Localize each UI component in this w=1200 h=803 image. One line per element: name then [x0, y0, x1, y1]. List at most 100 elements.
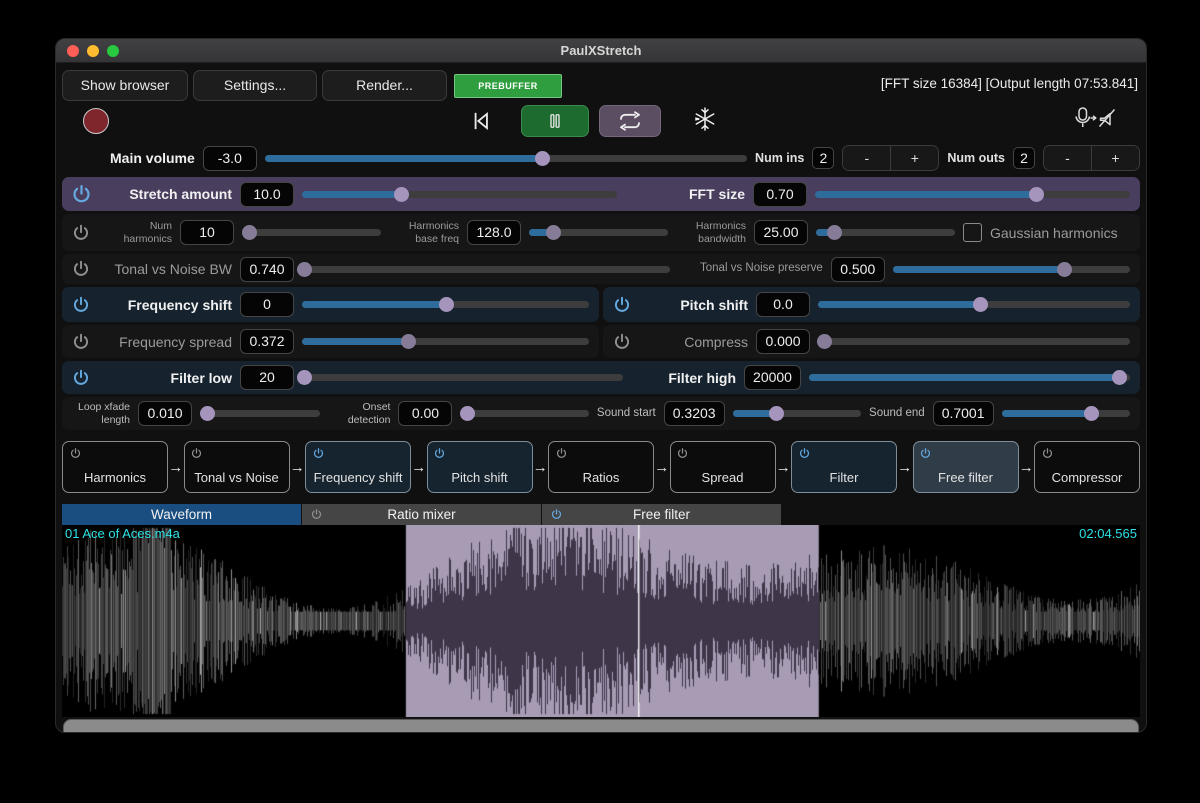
skip-to-start-button[interactable] [468, 108, 494, 134]
num-outs-value[interactable]: 2 [1013, 147, 1035, 169]
module-power-icon[interactable] [309, 444, 327, 462]
onset-detection-value[interactable]: 0.00 [398, 401, 452, 426]
tab-power-icon[interactable] [548, 506, 565, 523]
stretch-slider[interactable] [302, 185, 617, 203]
loop-xfade-slider[interactable] [200, 405, 320, 423]
num-harmonics-value[interactable]: 10 [180, 220, 234, 245]
frequency-shift-value[interactable]: 0 [240, 292, 294, 317]
num-outs-minus-button[interactable]: - [1044, 146, 1092, 170]
stretch-label: Stretch amount [102, 186, 232, 202]
waveform-scrollbar[interactable] [62, 718, 1140, 733]
num-ins-minus-button[interactable]: - [843, 146, 891, 170]
tonal-bw-value[interactable]: 0.740 [240, 257, 294, 282]
main-volume-value[interactable]: -3.0 [203, 146, 257, 171]
tab-waveform[interactable]: Waveform [62, 504, 301, 525]
module-box-frequency-shift[interactable]: Frequency shift [305, 441, 411, 493]
settings-button[interactable]: Settings... [193, 70, 317, 101]
module-power-icon[interactable] [66, 444, 84, 462]
sound-end-value[interactable]: 0.7001 [933, 401, 994, 426]
pause-button[interactable] [521, 105, 589, 137]
tonal-power-icon[interactable] [68, 256, 94, 282]
onset-detection-slider[interactable] [460, 405, 588, 423]
pitch-shift-power-icon[interactable] [609, 292, 635, 318]
num-harmonics-slider[interactable] [242, 224, 381, 242]
tab-power-icon[interactable] [308, 506, 325, 523]
freeze-button[interactable] [694, 107, 718, 133]
stretch-power-icon[interactable] [68, 181, 94, 207]
filter-power-icon[interactable] [68, 365, 94, 391]
tab-free-filter[interactable]: Free filter [542, 504, 781, 525]
module-box-spread[interactable]: Spread [670, 441, 776, 493]
sound-start-value[interactable]: 0.3203 [664, 401, 725, 426]
prebuffer-button[interactable]: PREBUFFER [454, 74, 562, 98]
waveform-canvas[interactable] [62, 525, 1140, 717]
num-ins-plus-button[interactable]: + [891, 146, 938, 170]
filter-low-slider[interactable] [302, 369, 623, 387]
sound-end-slider[interactable] [1002, 405, 1130, 423]
module-box-free-filter[interactable]: Free filter [913, 441, 1019, 493]
module-box-filter[interactable]: Filter [791, 441, 897, 493]
module-power-icon[interactable] [431, 444, 449, 462]
filter-row: Filter low 20 Filter high 20000 [62, 361, 1140, 394]
spread-row: Frequency spread 0.372 Compress 0.000 [62, 325, 1140, 358]
module-label: Ratios [549, 470, 653, 485]
chain-arrow-icon: → [897, 459, 913, 476]
module-label: Spread [671, 470, 775, 485]
gaussian-harmonics-checkbox[interactable] [963, 223, 982, 242]
compress-power-icon[interactable] [609, 329, 635, 355]
tab-ratio-mixer[interactable]: Ratio mixer [302, 504, 541, 525]
tab-label: Ratio mixer [387, 507, 455, 522]
module-power-icon[interactable] [917, 444, 935, 462]
module-power-icon[interactable] [1038, 444, 1056, 462]
frequency-shift-slider[interactable] [302, 296, 589, 314]
fft-size-value[interactable]: 0.70 [753, 182, 807, 207]
pitch-shift-value[interactable]: 0.0 [756, 292, 810, 317]
harmonics-power-icon[interactable] [68, 220, 94, 246]
module-power-icon[interactable] [674, 444, 692, 462]
module-box-pitch-shift[interactable]: Pitch shift [427, 441, 533, 493]
frequency-shift-power-icon[interactable] [68, 292, 94, 318]
main-volume-slider[interactable] [265, 149, 747, 167]
tonal-bw-label: Tonal vs Noise BW [102, 261, 232, 277]
show-browser-button[interactable]: Show browser [62, 70, 188, 101]
filter-high-label: Filter high [631, 370, 736, 386]
harmonics-bandwidth-label: Harmonics bandwidth [676, 220, 746, 244]
num-outs-plus-button[interactable]: + [1092, 146, 1139, 170]
loop-xfade-value[interactable]: 0.010 [138, 401, 192, 426]
loop-button[interactable] [599, 105, 661, 137]
render-button[interactable]: Render... [322, 70, 447, 101]
waveform-display[interactable]: 01 Ace of Aces.m4a 02:04.565 [62, 525, 1140, 717]
record-button[interactable] [83, 108, 109, 134]
harmonics-bandwidth-value[interactable]: 25.00 [754, 220, 808, 245]
frequency-spread-slider[interactable] [302, 333, 589, 351]
harmonics-base-freq-value[interactable]: 128.0 [467, 220, 521, 245]
module-box-ratios[interactable]: Ratios [548, 441, 654, 493]
filter-low-value[interactable]: 20 [240, 365, 294, 390]
compress-value[interactable]: 0.000 [756, 329, 810, 354]
pitch-shift-slider[interactable] [818, 296, 1130, 314]
compress-slider[interactable] [818, 333, 1130, 351]
sound-start-slider[interactable] [733, 405, 861, 423]
fft-size-slider[interactable] [815, 185, 1130, 203]
chain-arrow-icon: → [533, 459, 549, 476]
num-ins-value[interactable]: 2 [812, 147, 834, 169]
module-power-icon[interactable] [795, 444, 813, 462]
tonal-bw-slider[interactable] [302, 260, 670, 278]
tonal-preserve-value[interactable]: 0.500 [831, 257, 885, 282]
module-box-compressor[interactable]: Compressor [1034, 441, 1140, 493]
module-box-tonal-vs-noise[interactable]: Tonal vs Noise [184, 441, 290, 493]
compress-label: Compress [643, 334, 748, 350]
stretch-value[interactable]: 10.0 [240, 182, 294, 207]
tonal-preserve-slider[interactable] [893, 260, 1130, 278]
module-power-icon[interactable] [552, 444, 570, 462]
frequency-spread-power-icon[interactable] [68, 329, 94, 355]
module-power-icon[interactable] [188, 444, 206, 462]
filter-high-value[interactable]: 20000 [744, 365, 801, 390]
harmonics-bandwidth-slider[interactable] [816, 224, 955, 242]
input-monitor-button[interactable] [1072, 106, 1120, 134]
module-box-harmonics[interactable]: Harmonics [62, 441, 168, 493]
filter-high-slider[interactable] [809, 369, 1130, 387]
scrollbar-thumb[interactable] [63, 719, 1139, 733]
frequency-spread-value[interactable]: 0.372 [240, 329, 294, 354]
harmonics-base-freq-slider[interactable] [529, 224, 668, 242]
